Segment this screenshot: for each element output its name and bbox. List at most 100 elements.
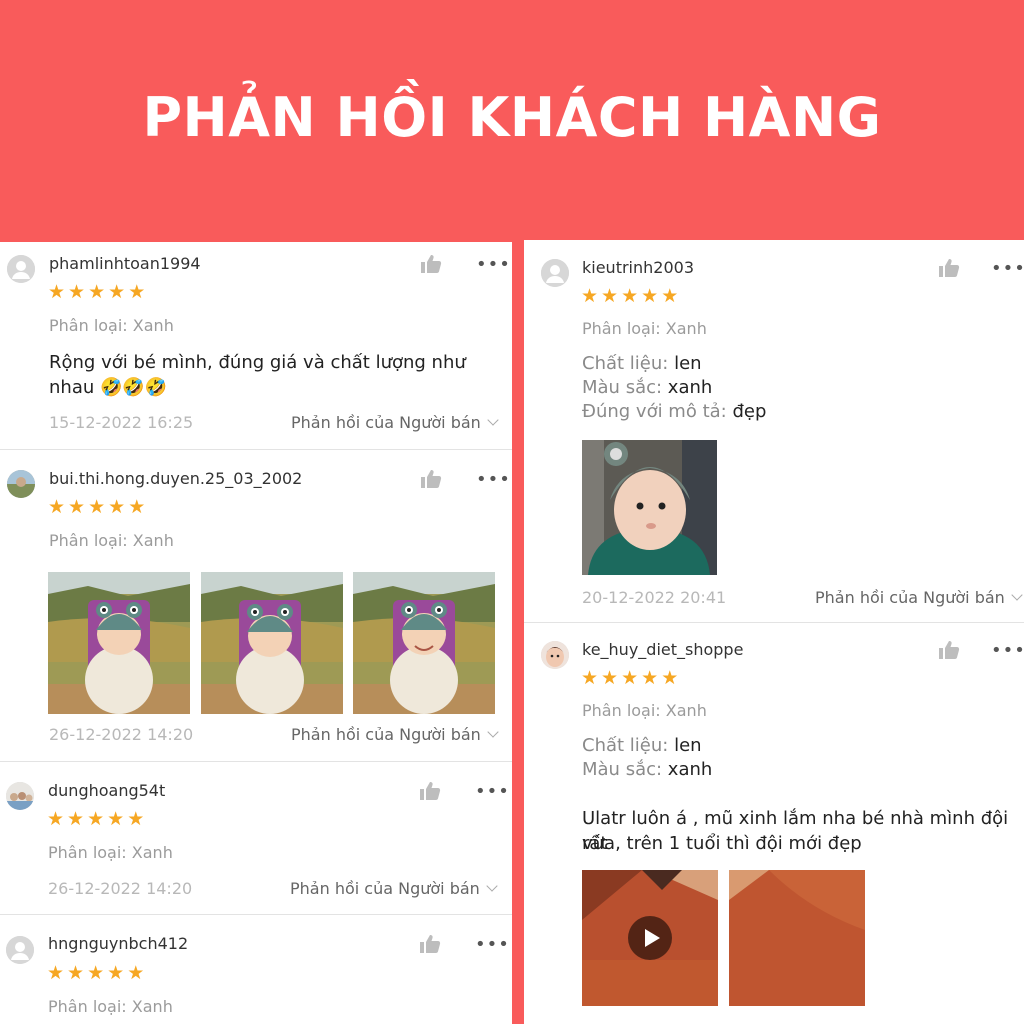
star-rating: ★ ★ ★ ★ ★: [48, 497, 145, 517]
seller-reply-label: Phản hồi của Người bán: [815, 588, 1005, 607]
thumbs-up-icon[interactable]: [419, 781, 441, 801]
star-icon: ★: [127, 962, 145, 984]
avatar[interactable]: [541, 641, 569, 669]
star-icon: ★: [621, 285, 639, 307]
star-icon: ★: [128, 281, 146, 303]
variant-label: Phân loại: Xanh: [582, 701, 707, 720]
variant-label: Phân loại: Xanh: [582, 319, 707, 338]
star-icon: ★: [67, 962, 85, 984]
username[interactable]: ke_huy_diet_shoppe: [582, 640, 743, 659]
thumbs-up-icon[interactable]: [420, 254, 442, 274]
star-icon: ★: [67, 808, 85, 830]
username[interactable]: phamlinhtoan1994: [49, 254, 201, 273]
seller-reply-toggle[interactable]: Phản hồi của Người bán: [291, 413, 499, 432]
review-card: ke_huy_diet_shoppe ••• ★ ★ ★ ★ ★ Phân loại: …: [524, 623, 1024, 1024]
more-options-icon[interactable]: •••: [475, 936, 510, 954]
thumbs-up-icon[interactable]: [938, 258, 960, 278]
header-banner: PHẢN HỒI KHÁCH HÀNG: [0, 0, 1024, 238]
star-icon: ★: [88, 496, 106, 518]
more-options-icon[interactable]: •••: [475, 783, 510, 801]
star-icon: ★: [87, 808, 105, 830]
attribute-material: Chất liệu: len: [582, 734, 702, 758]
attribute-value: len: [674, 353, 702, 374]
review-photo[interactable]: [201, 572, 343, 714]
review-photo[interactable]: [582, 440, 717, 575]
attribute-value: xanh: [667, 377, 713, 398]
thumbs-up-icon[interactable]: [420, 469, 442, 489]
seller-reply-toggle[interactable]: Phản hồi của Người bán: [290, 879, 498, 898]
review-card: kieutrinh2003 ••• ★ ★ ★ ★ ★ Phân loại: Xanh …: [524, 240, 1024, 622]
seller-reply-toggle[interactable]: Phản hồi của Người bán: [291, 725, 499, 744]
play-icon[interactable]: [628, 916, 672, 960]
star-icon: ★: [601, 285, 619, 307]
attribute-color: Màu sắc: xanh: [582, 758, 712, 782]
star-icon: ★: [127, 808, 145, 830]
more-options-icon[interactable]: •••: [991, 260, 1024, 278]
star-icon: ★: [641, 285, 659, 307]
attribute-description: Đúng với mô tả: đẹp: [582, 400, 766, 424]
avatar[interactable]: [7, 470, 35, 498]
avatar[interactable]: [6, 782, 34, 810]
username[interactable]: kieutrinh2003: [582, 258, 694, 277]
star-icon: ★: [87, 962, 105, 984]
attribute-color: Màu sắc: xanh: [582, 376, 712, 400]
attribute-material: Chất liệu: len: [582, 352, 702, 376]
seller-reply-label: Phản hồi của Người bán: [291, 725, 481, 744]
star-icon: ★: [68, 281, 86, 303]
review-column-right: kieutrinh2003 ••• ★ ★ ★ ★ ★ Phân loại: Xanh …: [524, 240, 1024, 1024]
review-card: bui.thi.hong.duyen.25_03_2002 ••• ★ ★ ★ ★ ★ …: [0, 450, 512, 760]
star-icon: ★: [581, 667, 599, 689]
thumbs-up-icon[interactable]: [938, 640, 960, 660]
variant-label: Phân loại: Xanh: [49, 531, 174, 550]
seller-reply-toggle[interactable]: Phản hồi của Người bán: [815, 588, 1023, 607]
star-icon: ★: [68, 496, 86, 518]
variant-label: Phân loại: Xanh: [49, 316, 174, 335]
more-options-icon[interactable]: •••: [476, 256, 511, 274]
baby-portrait-photo: [582, 440, 717, 575]
default-user-icon: [6, 936, 34, 964]
more-options-icon[interactable]: •••: [476, 471, 511, 489]
avatar[interactable]: [541, 259, 569, 287]
review-date: 26-12-2022 14:20: [49, 725, 194, 744]
review-date: 26-12-2022 14:20: [48, 879, 193, 898]
star-icon: ★: [108, 281, 126, 303]
review-photo[interactable]: [353, 572, 495, 714]
username[interactable]: hngnguynbch412: [48, 934, 188, 953]
attribute-label: Màu sắc:: [582, 759, 663, 780]
default-user-icon: [7, 255, 35, 283]
more-options-icon[interactable]: •••: [991, 642, 1024, 660]
chevron-down-icon: [487, 726, 499, 738]
seller-reply-label: Phản hồi của Người bán: [291, 413, 481, 432]
star-icon: ★: [88, 281, 106, 303]
review-video[interactable]: [582, 870, 718, 1006]
baby-frog-hat-photo: [353, 572, 495, 714]
review-card: dunghoang54t ••• ★ ★ ★ ★ ★ Phân loại: Xanh 2…: [0, 762, 512, 914]
review-date: 15-12-2022 16:25: [49, 413, 194, 432]
star-icon: ★: [48, 281, 66, 303]
star-icon: ★: [48, 496, 66, 518]
attribute-label: Đúng với mô tả:: [582, 401, 727, 422]
star-icon: ★: [661, 285, 679, 307]
username[interactable]: dunghoang54t: [48, 781, 165, 800]
username[interactable]: bui.thi.hong.duyen.25_03_2002: [49, 469, 302, 488]
star-icon: ★: [108, 496, 126, 518]
star-icon: ★: [661, 667, 679, 689]
chevron-down-icon: [486, 880, 498, 892]
star-rating: ★ ★ ★ ★ ★: [581, 286, 678, 306]
star-icon: ★: [107, 808, 125, 830]
chevron-down-icon: [487, 414, 499, 426]
review-photo[interactable]: [48, 572, 190, 714]
star-icon: ★: [621, 667, 639, 689]
avatar[interactable]: [6, 936, 34, 964]
review-photo[interactable]: [729, 870, 865, 1006]
star-icon: ★: [641, 667, 659, 689]
review-text-line: vừa, trên 1 tuổi thì đội mới đẹp: [582, 833, 862, 854]
star-icon: ★: [47, 962, 65, 984]
thumbs-up-icon[interactable]: [419, 934, 441, 954]
avatar[interactable]: [7, 255, 35, 283]
user-photo-avatar: [6, 782, 34, 810]
review-text-line: nhau 🤣🤣🤣: [49, 377, 168, 398]
attribute-value: xanh: [667, 759, 713, 780]
review-text-line: Rộng với bé mình, đúng giá và chất lượng…: [49, 352, 466, 373]
review-date: 20-12-2022 20:41: [582, 588, 727, 607]
